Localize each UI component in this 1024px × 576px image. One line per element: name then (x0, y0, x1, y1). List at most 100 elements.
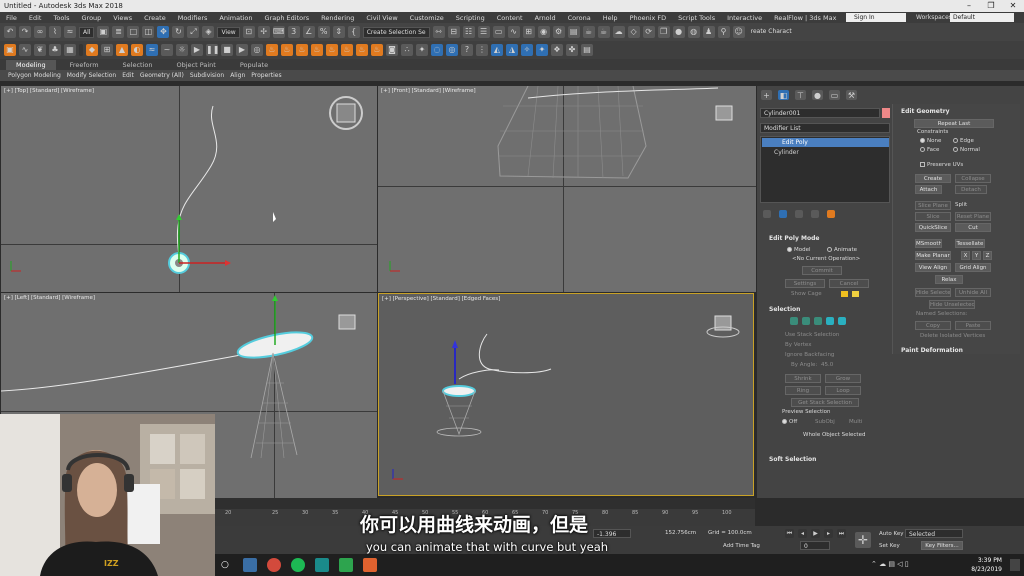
preview-off-radio[interactable]: Off (782, 419, 797, 425)
object-name-field[interactable]: Cylinder001 (760, 108, 880, 118)
menu-customize[interactable]: Customize (404, 14, 450, 22)
realflow-icon-6[interactable]: ✤ (566, 44, 578, 56)
planar-x-button[interactable]: X (961, 251, 970, 260)
by-angle-checkbox[interactable]: By Angle: (791, 362, 817, 368)
menu-create[interactable]: Create (138, 14, 172, 22)
element-level-icon[interactable] (838, 317, 846, 325)
schematic-view-icon[interactable]: ⊞ (522, 26, 535, 38)
curve-editor-icon[interactable]: ∿ (507, 26, 520, 38)
resume-icon[interactable]: ▶ (236, 44, 248, 56)
edge-level-icon[interactable] (802, 317, 810, 325)
pin-stack-icon[interactable] (763, 210, 771, 218)
camera-icon[interactable]: ◙ (386, 44, 398, 56)
modify-tab-icon[interactable]: ◧ (778, 90, 789, 100)
fire-icon-6[interactable]: ♨ (341, 44, 353, 56)
phoenix-icon[interactable]: ◆ (86, 44, 98, 56)
redo-icon[interactable]: ↷ (19, 26, 31, 38)
minimize-button[interactable]: – (958, 0, 980, 12)
named-selection-dropdown[interactable]: Create Selection Se (362, 26, 430, 38)
render-production-icon[interactable]: ☕ (582, 26, 595, 38)
ribbon-polygon-modeling[interactable]: Polygon Modeling (8, 72, 61, 79)
help-icon[interactable]: ? (461, 44, 473, 56)
loop-button[interactable]: Loop (825, 386, 861, 395)
cage-color-1[interactable] (841, 291, 848, 297)
stack-item-edit-poly[interactable]: Edit Poly (762, 138, 889, 147)
menu-arnold[interactable]: Arnold (529, 14, 562, 22)
detach-button[interactable]: Detach (955, 185, 987, 194)
rollout-selection[interactable]: Selection (769, 306, 800, 313)
tab-modeling[interactable]: Modeling (6, 60, 56, 70)
menu-corona[interactable]: Corona (562, 14, 597, 22)
grid-icon[interactable]: ▦ (64, 44, 76, 56)
object-color-swatch[interactable] (882, 108, 890, 118)
paste-button[interactable]: Paste (955, 321, 991, 330)
realflow-icon-1[interactable]: ◭ (491, 44, 503, 56)
rollout-soft-selection[interactable]: Soft Selection (769, 456, 816, 463)
spinner-snap-icon[interactable]: ⇕ (332, 26, 345, 38)
planar-z-button[interactable]: Z (983, 251, 992, 260)
tab-freeform[interactable]: Freeform (60, 60, 109, 70)
layer-manager-icon[interactable]: ◇ (627, 26, 640, 38)
display-tab-icon[interactable]: ▭ (829, 90, 840, 100)
sphere-icon[interactable]: ● (672, 26, 685, 38)
menu-phoenix-fd[interactable]: Phoenix FD (624, 14, 673, 22)
coord-y-field[interactable]: -1.396 (593, 529, 631, 538)
commit-button[interactable]: Commit (802, 266, 842, 275)
hide-selected-button[interactable]: Hide Selected (915, 288, 951, 297)
menu-civil-view[interactable]: Civil View (360, 14, 403, 22)
hide-unselected-button[interactable]: Hide Unselected (929, 300, 975, 309)
close-button[interactable]: ✕ (1002, 0, 1024, 12)
hierarchy-tab-icon[interactable]: ⊤ (795, 90, 806, 100)
make-unique-icon[interactable] (795, 210, 803, 218)
viewport-label-perspective[interactable]: [+] [Perspective] [Standard] [Edged Face… (382, 296, 500, 302)
menu-script-tools[interactable]: Script Tools (672, 14, 721, 22)
edit-named-selection-icon[interactable]: { (347, 26, 360, 38)
reference-coord-dropdown[interactable]: View (217, 26, 240, 38)
menu-help[interactable]: Help (597, 14, 624, 22)
stack-item-cylinder[interactable]: Cylinder (762, 148, 889, 157)
preview-multi-radio[interactable]: Multi (849, 419, 862, 425)
constraint-edge-radio[interactable]: Edge (953, 138, 974, 144)
cancel-button[interactable]: Cancel (829, 279, 869, 288)
select-manipulate-icon[interactable]: ✢ (257, 26, 270, 38)
settings-button[interactable]: Settings (785, 279, 825, 288)
clock[interactable]: 3:39 PM 8/23/2019 (971, 556, 1002, 574)
attach-button[interactable]: Attach (915, 185, 942, 194)
time-config-icon[interactable]: ✛ (855, 532, 871, 548)
mirror-icon[interactable]: ⇿ (432, 26, 445, 38)
ribbon-properties[interactable]: Properties (251, 72, 281, 79)
play-icon[interactable]: ▶ (191, 44, 203, 56)
render-frame-icon[interactable]: ▣ (4, 44, 16, 56)
selected-filter-dropdown[interactable]: Selected (905, 529, 963, 538)
ribbon-edit[interactable]: Edit (122, 72, 134, 79)
emitter-icon[interactable]: ✦ (416, 44, 428, 56)
relax-button[interactable]: Relax (935, 275, 963, 284)
key-filters-button[interactable]: Key Filters... (921, 541, 963, 550)
ignore-backfacing-checkbox[interactable]: Ignore Backfacing (785, 352, 834, 358)
camtasia-icon[interactable] (339, 558, 353, 572)
set-key-button[interactable]: Set Key (879, 543, 900, 549)
chrome-icon[interactable] (267, 558, 281, 572)
leaf-icon[interactable]: ❦ (34, 44, 46, 56)
realflow-icon-5[interactable]: ❖ (551, 44, 563, 56)
unlink-icon[interactable]: ⌇ (49, 26, 61, 38)
rollout-edit-geometry[interactable]: Edit Geometry (901, 108, 950, 115)
3ds-max-icon[interactable] (315, 558, 329, 572)
liquid-source-icon[interactable]: ◐ (131, 44, 143, 56)
fire-icon-7[interactable]: ♨ (356, 44, 368, 56)
maximize-button[interactable]: ❐ (980, 0, 1002, 12)
add-time-tag-button[interactable]: Add Time Tag (723, 543, 760, 549)
next-frame-icon[interactable]: ▸ (824, 529, 833, 538)
app-icon[interactable] (363, 558, 377, 572)
reset-plane-button[interactable]: Reset Plane (955, 212, 991, 221)
wave-icon[interactable]: ~ (161, 44, 173, 56)
fire-icon-8[interactable]: ♨ (371, 44, 383, 56)
viewport-label-front[interactable]: [+] [Front] [Standard] [Wireframe] (381, 88, 476, 94)
menu-graph-editors[interactable]: Graph Editors (259, 14, 316, 22)
ribbon-modify-selection[interactable]: Modify Selection (67, 72, 116, 79)
sign-in-dropdown[interactable]: Sign In (846, 13, 906, 22)
search-icon[interactable]: ○ (221, 558, 235, 572)
copy-button[interactable]: Copy (915, 321, 951, 330)
play-animation-icon[interactable]: ▶ (811, 529, 820, 538)
slice-plane-button[interactable]: Slice Plane (915, 201, 951, 210)
